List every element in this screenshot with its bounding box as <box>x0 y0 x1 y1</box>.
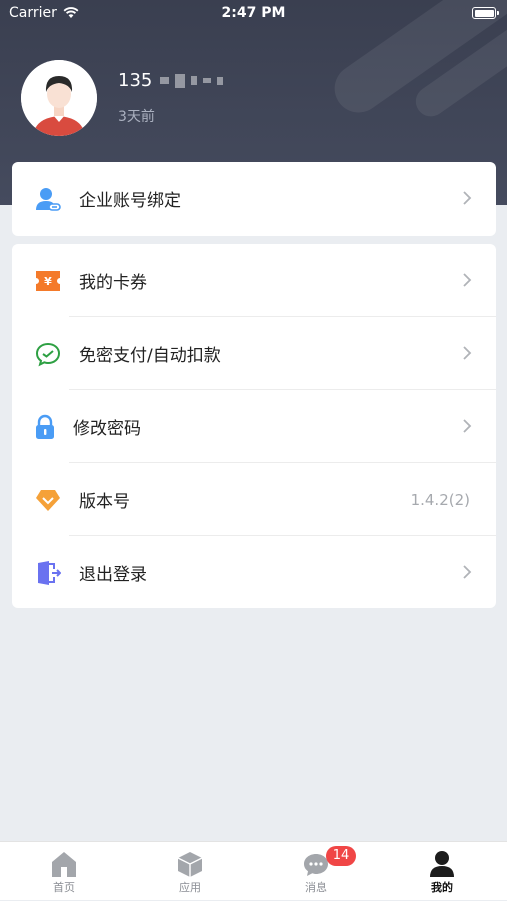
person-icon <box>430 851 454 877</box>
enterprise-link-icon <box>36 188 61 211</box>
chevron-right-icon <box>463 565 472 579</box>
apps-cube-icon <box>177 852 203 877</box>
unread-badge: 14 <box>326 846 356 866</box>
menu-label: 版本号 <box>79 492 130 512</box>
menu-label: 免密支付/自动扣款 <box>79 346 221 366</box>
wechat-pay-icon <box>35 342 61 367</box>
tab-label: 应用 <box>179 881 201 894</box>
menu-label: 我的卡券 <box>79 273 147 293</box>
chevron-right-icon <box>463 346 472 360</box>
masked-digits <box>160 73 224 88</box>
tab-label: 我的 <box>431 881 453 894</box>
last-login-time: 3天前 <box>118 109 155 125</box>
tab-label: 首页 <box>53 881 75 894</box>
chevron-right-icon <box>463 273 472 287</box>
enterprise-card: 企业账号绑定 <box>12 162 496 236</box>
menu-item-enterprise-binding[interactable]: 企业账号绑定 <box>12 162 496 235</box>
battery-icon <box>472 7 499 19</box>
tab-bar: 首页 应用 14 消息 我的 <box>0 841 507 900</box>
lock-icon <box>36 414 54 439</box>
menu-item-logout[interactable]: 退出登录 <box>12 536 496 609</box>
tab-apps[interactable]: 应用 <box>127 842 253 901</box>
menu-label: 企业账号绑定 <box>79 191 181 211</box>
home-icon <box>52 852 76 877</box>
tab-label: 消息 <box>305 881 327 894</box>
avatar[interactable] <box>21 60 97 136</box>
coupon-icon: ¥ <box>36 271 60 291</box>
tab-mine[interactable]: 我的 <box>379 842 505 901</box>
phone-number: 135 <box>118 70 153 91</box>
tab-home[interactable]: 首页 <box>1 842 127 901</box>
menu-item-password-free-pay[interactable]: 免密支付/自动扣款 <box>12 317 496 390</box>
menu-label: 退出登录 <box>79 565 147 585</box>
status-bar: Carrier 2:47 PM <box>0 0 507 28</box>
svg-text:¥: ¥ <box>44 275 52 288</box>
chevron-right-icon <box>463 419 472 433</box>
user-avatar-icon <box>21 60 97 136</box>
menu-label: 修改密码 <box>73 419 141 439</box>
clock: 2:47 PM <box>221 5 286 21</box>
version-diamond-icon <box>36 490 60 511</box>
menu-item-my-coupons[interactable]: ¥ 我的卡券 <box>12 244 496 317</box>
username: 135 <box>118 70 224 91</box>
chevron-right-icon <box>463 191 472 205</box>
version-value: 1.4.2(2) <box>410 490 470 509</box>
menu-item-version: 版本号 1.4.2(2) <box>12 463 496 536</box>
logout-door-icon <box>38 561 61 585</box>
menu-item-change-password[interactable]: 修改密码 <box>12 390 496 463</box>
tab-messages[interactable]: 14 消息 <box>253 842 379 901</box>
settings-card: ¥ 我的卡券 免密支付/自动扣款 修改密码 版本号 1.4.2(2) 退出登录 <box>12 244 496 608</box>
